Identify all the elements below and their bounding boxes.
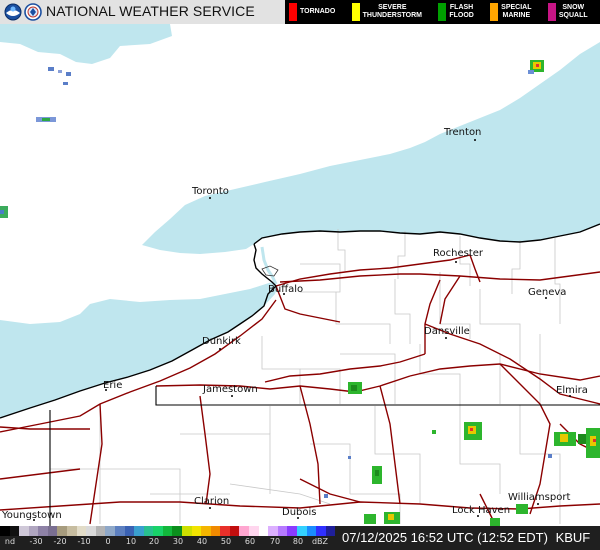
legend-swatch	[490, 3, 499, 21]
legend-swatch	[289, 3, 297, 21]
legend-item-severe-thunderstorm: SEVERE THUNDERSTORM	[348, 0, 435, 24]
echo-cell-northeast	[528, 60, 544, 74]
city-label-dunkirk: Dunkirk	[202, 336, 241, 347]
scale-label: 50	[220, 537, 232, 546]
legend-item-special-marine: SPECIAL MARINE	[486, 0, 544, 24]
station-id: KBUF	[555, 530, 591, 545]
legend-label: SPECIAL MARINE	[501, 4, 532, 19]
legend-item-flash-flood: FLASH FLOOD	[434, 0, 486, 24]
page-title: NATIONAL WEATHER SERVICE	[46, 3, 255, 19]
city-label-dubois: Dubois	[282, 507, 317, 518]
reflectivity-color-bar	[0, 526, 336, 536]
city-label-buffalo: Buffalo	[268, 284, 303, 295]
reflectivity-scale: nd -30 -20 -10 0 10 20 30 40 50 60 70 80 dBZ	[0, 526, 336, 550]
land-background	[0, 24, 600, 526]
scale-label: -10	[77, 537, 91, 546]
legend-item-tornado: TORNADO	[285, 0, 348, 24]
legend-swatch	[547, 3, 556, 21]
echo-cell-west-2	[36, 117, 56, 122]
legend-label: SNOW SQUALL	[558, 4, 588, 19]
city-label-toronto: Toronto	[191, 186, 229, 197]
timestamp: 07/12/2025 16:52 UTC (12:52 EDT) KBUF	[342, 530, 590, 545]
city-label-erie: Erie	[103, 380, 122, 391]
city-label-elmira: Elmira	[556, 385, 588, 396]
scale-label: -30	[29, 537, 43, 546]
echo-cell-west-3	[0, 206, 8, 218]
city-label-clarion: Clarion	[194, 496, 229, 507]
city-label-williamsport: Williamsport	[508, 492, 570, 503]
warning-legend: TORNADO SEVERE THUNDERSTORM FLASH FLOOD SPE…	[285, 0, 600, 24]
city-label-youngstown: Youngstown	[1, 510, 62, 521]
scale-label: dBZ	[311, 537, 329, 546]
scale-label: -20	[53, 537, 67, 546]
scale-label: 10	[125, 537, 137, 546]
scale-label: 40	[196, 537, 208, 546]
legend-label: SEVERE THUNDERSTORM	[362, 4, 422, 19]
legend-label: TORNADO	[300, 8, 336, 15]
scale-label: 80	[292, 537, 304, 546]
echo-cell-jamestown	[348, 382, 362, 394]
echo-cell-pa-1	[464, 422, 482, 440]
city-label-jamestown: Jamestown	[202, 384, 258, 395]
timestamp-text: 07/12/2025 16:52 UTC (12:52 EDT)	[342, 530, 548, 545]
header-bar: NATIONAL WEATHER SERVICE TORNADO SEVERE T…	[0, 0, 600, 24]
agency-logos	[4, 3, 44, 21]
scale-label: 0	[105, 537, 111, 546]
scale-label: 20	[148, 537, 160, 546]
legend-item-snow-squall: SNOW SQUALL	[544, 0, 600, 24]
city-label-geneva: Geneva	[528, 287, 566, 298]
status-bar: nd -30 -20 -10 0 10 20 30 40 50 60 70 80 dBZ 07/12/20…	[0, 526, 600, 550]
city-label-trenton: Trenton	[443, 127, 481, 138]
legend-swatch	[438, 3, 447, 21]
noaa-nws-logo-icon	[4, 3, 42, 21]
radar-map[interactable]: Trenton Toronto Rochester Buffalo Geneva…	[0, 24, 600, 526]
scale-label: 60	[244, 537, 256, 546]
scale-label: nd	[4, 537, 16, 546]
reflectivity-scale-labels: nd -30 -20 -10 0 10 20 30 40 50 60 70 80 dBZ	[0, 537, 335, 550]
radar-viewer: NATIONAL WEATHER SERVICE TORNADO SEVERE T…	[0, 0, 600, 550]
legend-swatch	[351, 3, 360, 21]
scale-label: 70	[269, 537, 281, 546]
city-label-rochester: Rochester	[433, 248, 484, 259]
city-label-dansville: Dansville	[424, 326, 470, 337]
scale-label: 30	[172, 537, 184, 546]
city-label-lock-haven: Lock Haven	[452, 505, 510, 516]
legend-label: FLASH FLOOD	[449, 4, 474, 19]
